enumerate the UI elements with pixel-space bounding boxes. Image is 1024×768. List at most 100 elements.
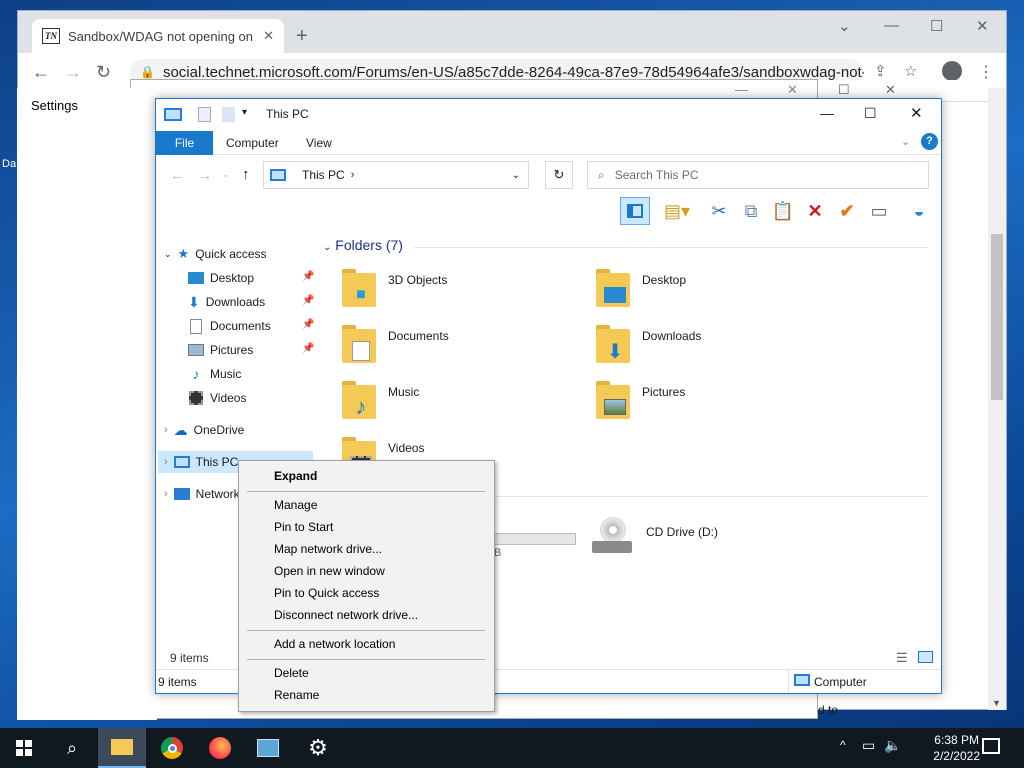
explorer-minimize-icon[interactable]: — bbox=[820, 105, 834, 121]
refresh-button[interactable]: ↻ bbox=[545, 161, 573, 189]
browser-tab[interactable]: TN Sandbox/WDAG not opening on ✕ bbox=[32, 19, 284, 53]
minimize-icon[interactable]: — bbox=[884, 17, 899, 34]
nav-item-documents[interactable]: Documents bbox=[188, 315, 271, 337]
tab-close-icon[interactable]: ✕ bbox=[263, 28, 274, 44]
search-icon[interactable]: ⌕ bbox=[48, 728, 96, 768]
page-scrollbar[interactable]: ▼ bbox=[988, 88, 1006, 710]
reload-icon[interactable]: ↻ bbox=[96, 62, 111, 83]
help-icon[interactable]: ? bbox=[921, 133, 938, 150]
tab-computer[interactable]: Computer bbox=[226, 136, 279, 150]
action-center-icon[interactable] bbox=[982, 738, 1000, 754]
menu-item-manage[interactable]: Manage bbox=[274, 498, 317, 512]
taskbar-clock[interactable]: 6:38 PM 2/2/2022 bbox=[933, 732, 980, 764]
firefox-icon[interactable] bbox=[196, 728, 244, 768]
tab-view[interactable]: View bbox=[306, 136, 332, 150]
chevron-down-icon[interactable]: ⌄ bbox=[164, 249, 172, 260]
share-icon[interactable]: ⇪ bbox=[874, 62, 887, 80]
forward-arrow-icon[interactable]: → bbox=[64, 62, 82, 83]
chevron-down-icon[interactable]: ⌄ bbox=[323, 242, 331, 253]
scroll-down-icon[interactable]: ▼ bbox=[992, 698, 1001, 708]
menu-item-disconnect-drive[interactable]: Disconnect network drive... bbox=[274, 608, 418, 622]
menu-item-rename[interactable]: Rename bbox=[274, 688, 319, 702]
address-dropdown-icon[interactable]: ⌄ bbox=[512, 170, 520, 181]
show-hidden-icons-icon[interactable]: ^ bbox=[840, 738, 846, 752]
quick-access-dropdown-icon[interactable]: ▾ bbox=[242, 107, 247, 118]
nav-item-desktop[interactable]: Desktop bbox=[188, 267, 254, 289]
new-tab-button[interactable]: + bbox=[296, 25, 308, 48]
menu-item-add-network-location[interactable]: Add a network location bbox=[274, 637, 395, 651]
menu-item-map-network-drive[interactable]: Map network drive... bbox=[274, 542, 382, 556]
menu-item-pin-to-start[interactable]: Pin to Start bbox=[274, 520, 333, 534]
scrollbar-thumb[interactable] bbox=[991, 234, 1003, 400]
start-windows-icon[interactable] bbox=[0, 728, 48, 768]
tab-search-icon[interactable]: ⌄ bbox=[838, 17, 851, 35]
folder-pictures-icon bbox=[596, 379, 630, 419]
menu-dots-icon[interactable]: ⋮ bbox=[978, 62, 994, 82]
settings-gear-icon[interactable]: ⚙ bbox=[294, 728, 342, 768]
bg-window-maximize-icon[interactable]: ☐ bbox=[838, 82, 850, 98]
paste-icon[interactable]: 📋 bbox=[770, 197, 796, 225]
back-arrow-icon[interactable]: ← bbox=[32, 62, 50, 83]
chrome-icon[interactable] bbox=[148, 728, 196, 768]
shell-icon[interactable]: ◒ bbox=[904, 197, 934, 225]
menu-item-expand[interactable]: Expand bbox=[274, 469, 317, 483]
menu-item-open-new-window[interactable]: Open in new window bbox=[274, 564, 385, 578]
folder-3d-objects-icon: ■ bbox=[342, 267, 376, 307]
ribbon-expand-icon[interactable]: ⌄ bbox=[901, 135, 910, 148]
delete-x-icon[interactable]: ✕ bbox=[802, 197, 828, 225]
recent-locations-icon[interactable]: ⌄ bbox=[222, 169, 230, 180]
rename-icon[interactable]: ▭ bbox=[866, 197, 892, 225]
nav-item-music[interactable]: ♪ Music bbox=[188, 363, 242, 385]
folder-item[interactable]: Documents bbox=[342, 323, 449, 363]
bg-close-icon[interactable]: ✕ bbox=[787, 82, 798, 98]
view-dropdown-button[interactable]: ▤▾ bbox=[660, 197, 694, 225]
drive-item[interactable]: CD Drive (D:) bbox=[590, 517, 718, 557]
explorer-maximize-icon[interactable]: ☐ bbox=[864, 105, 877, 122]
network-status-icon[interactable]: ▭ bbox=[862, 737, 875, 754]
profile-avatar-icon[interactable] bbox=[942, 61, 962, 81]
bg-window-close-icon[interactable]: ✕ bbox=[885, 82, 896, 98]
menu-item-delete[interactable]: Delete bbox=[274, 666, 309, 680]
chevron-right-icon[interactable]: › bbox=[164, 456, 168, 468]
nav-item-downloads[interactable]: ⬇ Downloads bbox=[188, 291, 265, 313]
nav-forward-icon[interactable]: → bbox=[198, 167, 212, 183]
nav-up-icon[interactable]: ↑ bbox=[242, 166, 250, 183]
folder-item[interactable]: Pictures bbox=[596, 379, 685, 419]
nav-back-icon[interactable]: ← bbox=[170, 167, 184, 183]
cut-icon[interactable]: ✂ bbox=[706, 197, 732, 225]
preview-pane-button[interactable] bbox=[620, 197, 650, 225]
tab-file[interactable]: File bbox=[156, 131, 213, 155]
bg-minimize-icon[interactable]: — bbox=[735, 82, 748, 97]
search-box[interactable]: ⌕ Search This PC bbox=[587, 161, 929, 189]
address-bar[interactable]: This PC › ⌄ bbox=[263, 161, 529, 189]
properties-icon[interactable] bbox=[198, 107, 211, 122]
chevron-right-icon[interactable]: › bbox=[164, 488, 168, 500]
nav-quick-access[interactable]: ⌄ ★ Quick access bbox=[164, 243, 267, 265]
status-computer-icon bbox=[794, 674, 810, 686]
close-icon[interactable]: ✕ bbox=[976, 17, 989, 35]
folders-group-header[interactable]: ⌄ Folders (7) bbox=[323, 237, 403, 253]
folder-item[interactable]: ⬇ Downloads bbox=[596, 323, 701, 363]
copy-icon[interactable]: ⧉ bbox=[738, 197, 764, 225]
explorer-close-icon[interactable]: ✕ bbox=[910, 104, 923, 122]
chevron-right-icon[interactable]: › bbox=[164, 424, 168, 436]
nav-item-pictures[interactable]: Pictures bbox=[188, 339, 253, 361]
control-panel-icon[interactable] bbox=[244, 728, 292, 768]
details-view-icon[interactable]: ☰ bbox=[896, 650, 908, 666]
search-placeholder: Search This PC bbox=[614, 168, 699, 182]
menu-item-pin-quick-access[interactable]: Pin to Quick access bbox=[274, 586, 379, 600]
address-chevron-icon[interactable]: › bbox=[351, 169, 355, 181]
nav-item-videos[interactable]: Videos bbox=[188, 387, 246, 409]
new-folder-icon[interactable] bbox=[222, 107, 235, 122]
volume-muted-icon[interactable]: 🔈 bbox=[884, 737, 901, 754]
folder-item[interactable]: ♪ Music bbox=[342, 379, 419, 419]
maximize-icon[interactable]: ☐ bbox=[930, 17, 943, 35]
folder-item[interactable]: ■ 3D Objects bbox=[342, 267, 447, 307]
nav-onedrive[interactable]: › ☁ OneDrive bbox=[164, 419, 244, 441]
checkmark-icon[interactable]: ✔ bbox=[834, 197, 860, 225]
folder-item[interactable]: Desktop bbox=[596, 267, 686, 307]
large-icons-view-icon[interactable] bbox=[918, 651, 933, 663]
file-explorer-taskbar-icon[interactable] bbox=[98, 728, 146, 768]
nav-network[interactable]: › Network bbox=[164, 483, 240, 505]
bookmark-star-icon[interactable]: ☆ bbox=[904, 62, 917, 80]
